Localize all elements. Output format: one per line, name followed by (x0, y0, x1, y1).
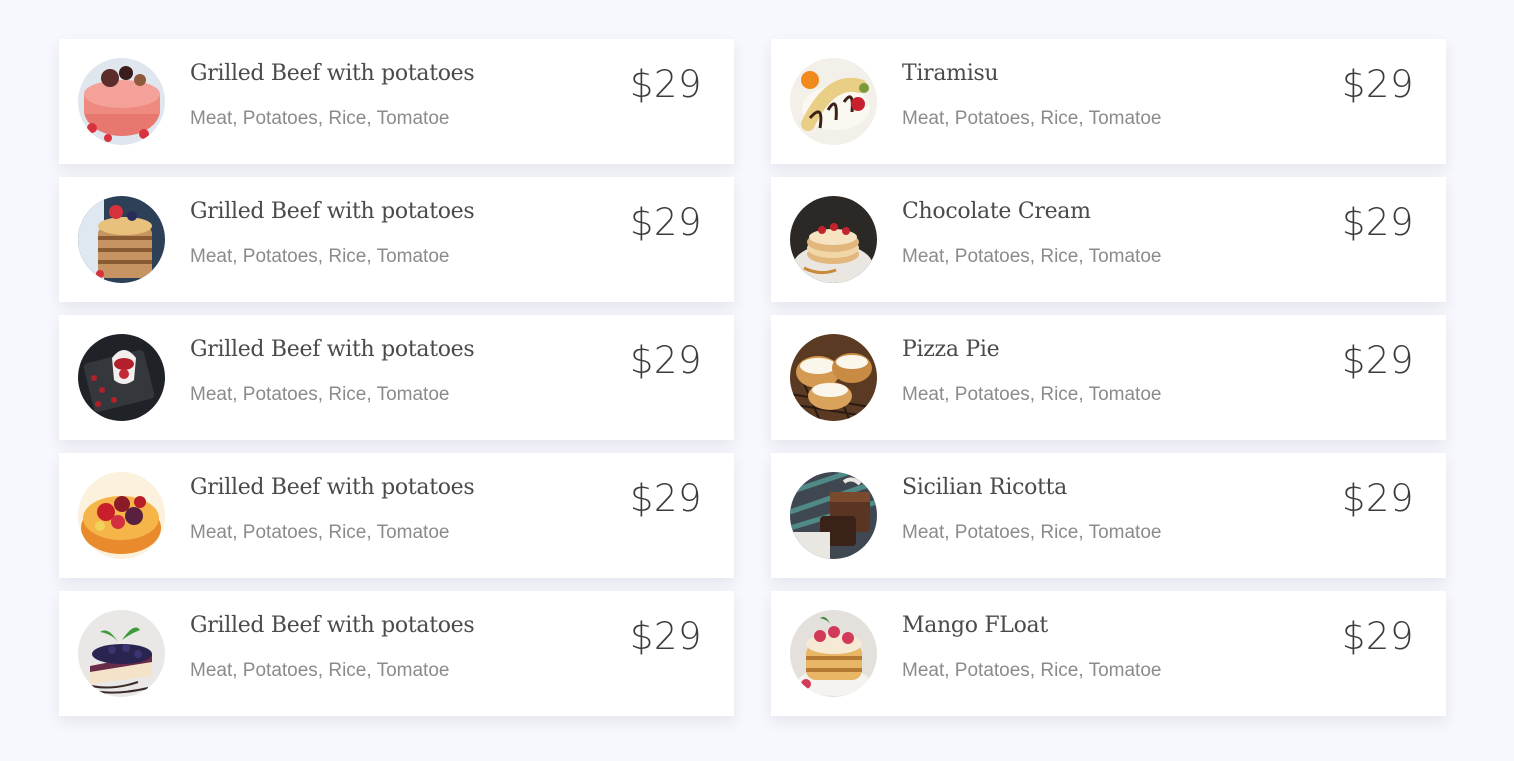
item-description: Meat, Potatoes, Rice, Tomatoe (190, 522, 450, 543)
item-price: $29 (1341, 201, 1414, 244)
item-name: Sicilian Ricotta (902, 475, 1067, 500)
item-name: Mango FLoat (902, 613, 1048, 638)
item-price: $29 (1341, 615, 1414, 658)
menu-item-card[interactable]: Sicilian Ricotta Meat, Potatoes, Rice, T… (771, 453, 1446, 578)
item-price: $29 (629, 477, 702, 520)
item-price: $29 (1341, 63, 1414, 106)
menu-item-card[interactable]: Pizza Pie Meat, Potatoes, Rice, Tomatoe … (771, 315, 1446, 440)
item-description: Meat, Potatoes, Rice, Tomatoe (902, 108, 1162, 129)
item-description: Meat, Potatoes, Rice, Tomatoe (190, 108, 450, 129)
item-name: Pizza Pie (902, 337, 1000, 362)
pancake-stack-photo (78, 196, 165, 283)
menu-item-card[interactable]: Grilled Beef with potatoes Meat, Potatoe… (59, 315, 734, 440)
item-price: $29 (629, 615, 702, 658)
menu-item-card[interactable]: Grilled Beef with potatoes Meat, Potatoe… (59, 39, 734, 164)
item-name: Grilled Beef with potatoes (190, 199, 475, 224)
menu-item-card[interactable]: Grilled Beef with potatoes Meat, Potatoe… (59, 453, 734, 578)
cream-puffs-photo (790, 334, 877, 421)
item-description: Meat, Potatoes, Rice, Tomatoe (190, 384, 450, 405)
item-name: Grilled Beef with potatoes (190, 337, 475, 362)
item-description: Meat, Potatoes, Rice, Tomatoe (190, 660, 450, 681)
item-price: $29 (629, 339, 702, 382)
item-description: Meat, Potatoes, Rice, Tomatoe (902, 660, 1162, 681)
blueberry-cheesecake-photo (78, 610, 165, 697)
menu-item-card[interactable]: Mango FLoat Meat, Potatoes, Rice, Tomato… (771, 591, 1446, 716)
menu-item-card[interactable]: Grilled Beef with potatoes Meat, Potatoe… (59, 177, 734, 302)
item-description: Meat, Potatoes, Rice, Tomatoe (902, 246, 1162, 267)
raspberry-pancakes-photo (790, 610, 877, 697)
item-description: Meat, Potatoes, Rice, Tomatoe (902, 522, 1162, 543)
item-price: $29 (1341, 339, 1414, 382)
item-price: $29 (629, 201, 702, 244)
menu-item-card[interactable]: Grilled Beef with potatoes Meat, Potatoe… (59, 591, 734, 716)
menu-grid: Grilled Beef with potatoes Meat, Potatoe… (59, 39, 1446, 716)
item-name: Grilled Beef with potatoes (190, 613, 475, 638)
item-name: Tiramisu (902, 61, 999, 86)
item-name: Chocolate Cream (902, 199, 1091, 224)
berry-parfait-photo (78, 334, 165, 421)
item-description: Meat, Potatoes, Rice, Tomatoe (190, 246, 450, 267)
item-price: $29 (1341, 477, 1414, 520)
item-name: Grilled Beef with potatoes (190, 61, 475, 86)
banana-dessert-photo (790, 58, 877, 145)
menu-item-card[interactable]: Tiramisu Meat, Potatoes, Rice, Tomatoe $… (771, 39, 1446, 164)
menu-item-card[interactable]: Chocolate Cream Meat, Potatoes, Rice, To… (771, 177, 1446, 302)
crepe-stack-photo (790, 196, 877, 283)
item-price: $29 (629, 63, 702, 106)
item-name: Grilled Beef with potatoes (190, 475, 475, 500)
item-description: Meat, Potatoes, Rice, Tomatoe (902, 384, 1162, 405)
chocolate-brownie-photo (790, 472, 877, 559)
strawberry-cake-photo (78, 58, 165, 145)
fruit-tart-photo (78, 472, 165, 559)
